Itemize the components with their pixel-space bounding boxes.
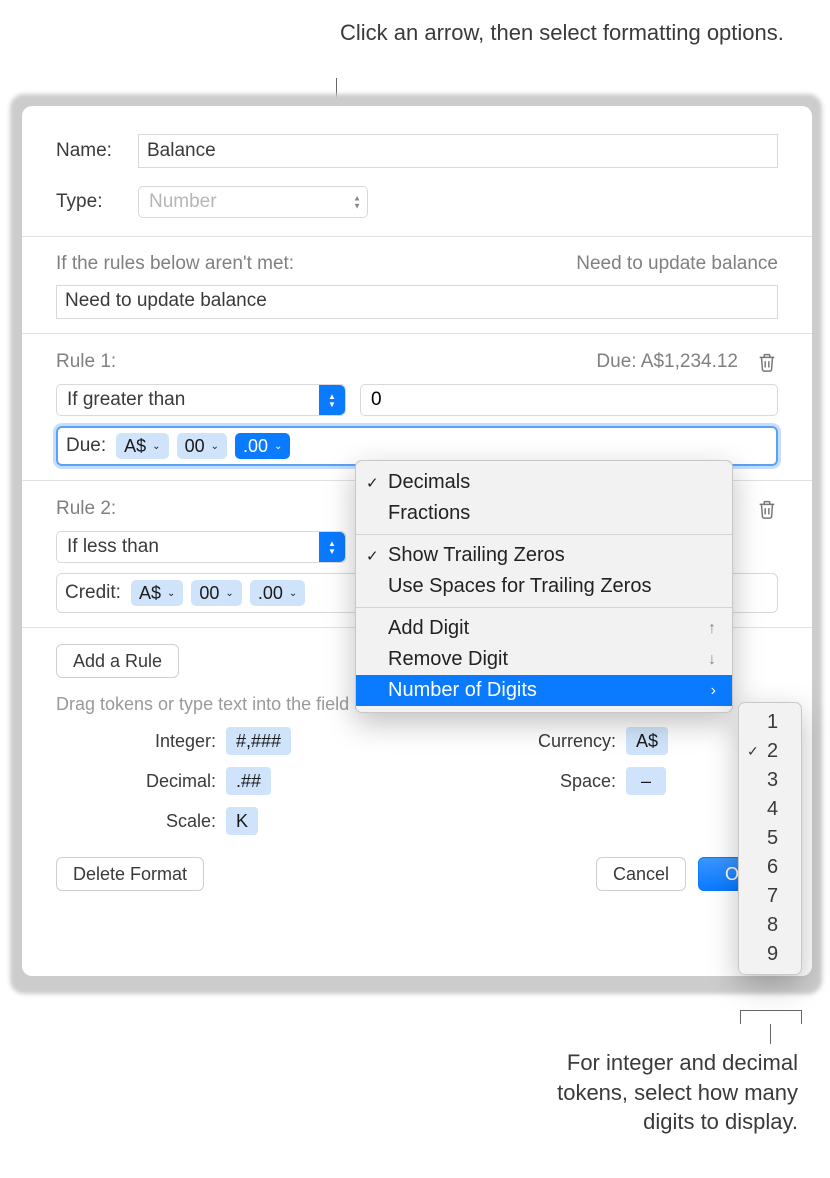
- check-icon: ✓: [366, 547, 379, 565]
- trash-icon[interactable]: [756, 497, 778, 521]
- rule1-label: Rule 1:: [56, 351, 116, 373]
- integer-sample-token[interactable]: #,###: [226, 727, 291, 755]
- submenu-item-2[interactable]: ✓2: [739, 737, 801, 766]
- type-select[interactable]: Number ▲▼: [138, 186, 368, 218]
- chevron-down-icon: ⌄: [152, 441, 160, 452]
- cancel-button[interactable]: Cancel: [596, 857, 686, 891]
- rule1-condition-select[interactable]: If greater than ▲▼: [56, 384, 346, 416]
- rule1-format-prefix: Due:: [66, 435, 108, 457]
- scale-token-label: Scale:: [76, 811, 226, 832]
- integer-token-label: Integer:: [76, 731, 226, 752]
- decimal-token[interactable]: .00⌄: [235, 433, 290, 459]
- submenu-item-6[interactable]: 6: [739, 853, 801, 882]
- delete-format-button[interactable]: Delete Format: [56, 857, 204, 891]
- arrow-up-icon: ↑: [708, 620, 716, 638]
- menu-item-number-of-digits[interactable]: Number of Digits ›: [356, 675, 732, 706]
- menu-item-remove-digit[interactable]: Remove Digit ↓: [356, 644, 732, 675]
- currency-token[interactable]: A$⌄: [131, 580, 183, 606]
- fallback-input[interactable]: Need to update balance: [56, 285, 778, 319]
- menu-item-add-digit[interactable]: Add Digit ↑: [356, 613, 732, 644]
- decimal-token[interactable]: .00⌄: [250, 580, 305, 606]
- callout-stem: [770, 1024, 771, 1044]
- chevron-down-icon: ⌄: [274, 441, 282, 452]
- rule2-format-prefix: Credit:: [65, 582, 123, 604]
- currency-token-label: Currency:: [516, 731, 626, 752]
- menu-item-show-trailing-zeros[interactable]: ✓ Show Trailing Zeros: [356, 540, 732, 571]
- check-icon: ✓: [747, 743, 759, 760]
- chevron-down-icon: ⌄: [225, 588, 233, 599]
- rule2-condition-value: If less than: [57, 536, 321, 558]
- decimal-token-label: Decimal:: [76, 771, 226, 792]
- currency-sample-token[interactable]: A$: [626, 727, 668, 755]
- name-input[interactable]: [138, 134, 778, 168]
- decimal-token-menu: ✓ Decimals Fractions ✓ Show Trailing Zer…: [355, 460, 733, 713]
- chevron-right-icon: ›: [711, 682, 716, 700]
- submenu-item-4[interactable]: 4: [739, 795, 801, 824]
- callout-bracket: [740, 1010, 802, 1024]
- rule2-condition-select[interactable]: If less than ▲▼: [56, 531, 346, 563]
- scale-sample-token[interactable]: K: [226, 807, 258, 835]
- currency-token[interactable]: A$⌄: [116, 433, 168, 459]
- updown-icon: ▲▼: [353, 195, 361, 210]
- submenu-item-3[interactable]: 3: [739, 766, 801, 795]
- chevron-down-icon: ⌄: [211, 441, 219, 452]
- arrow-down-icon: ↓: [708, 651, 716, 669]
- updown-icon: ▲▼: [319, 385, 345, 415]
- callout-top: Click an arrow, then select formatting o…: [340, 18, 784, 48]
- digits-submenu: 1✓23456789: [738, 702, 802, 975]
- chevron-down-icon: ⌄: [289, 588, 297, 599]
- menu-item-fractions[interactable]: Fractions: [356, 498, 732, 529]
- type-label: Type:: [56, 191, 138, 213]
- submenu-item-1[interactable]: 1: [739, 708, 801, 737]
- check-icon: ✓: [366, 474, 379, 492]
- submenu-item-9[interactable]: 9: [739, 940, 801, 969]
- token-palette: Integer: #,### Currency: A$ Decimal: .##…: [76, 727, 778, 835]
- submenu-item-7[interactable]: 7: [739, 882, 801, 911]
- trash-icon[interactable]: [756, 350, 778, 374]
- space-token-label: Space:: [516, 771, 626, 792]
- decimal-sample-token[interactable]: .##: [226, 767, 271, 795]
- space-sample-token[interactable]: –: [626, 767, 666, 795]
- menu-item-decimals[interactable]: ✓ Decimals: [356, 467, 732, 498]
- chevron-down-icon: ⌄: [167, 588, 175, 599]
- name-label: Name:: [56, 140, 138, 162]
- submenu-item-5[interactable]: 5: [739, 824, 801, 853]
- rule1-value-input[interactable]: [360, 384, 778, 416]
- updown-icon: ▲▼: [319, 532, 345, 562]
- rule2-label: Rule 2:: [56, 498, 116, 520]
- fallback-preview: Need to update balance: [576, 253, 778, 275]
- add-rule-button[interactable]: Add a Rule: [56, 644, 179, 678]
- rule1-condition-value: If greater than: [57, 389, 321, 411]
- integer-token[interactable]: 00⌄: [177, 433, 227, 459]
- callout-bottom: For integer and decimal tokens, select h…: [538, 1048, 798, 1137]
- rule1-preview: Due: A$1,234.12: [596, 351, 738, 373]
- integer-token[interactable]: 00⌄: [191, 580, 241, 606]
- type-select-value: Number: [139, 191, 227, 213]
- submenu-item-8[interactable]: 8: [739, 911, 801, 940]
- menu-item-use-spaces-trailing[interactable]: Use Spaces for Trailing Zeros: [356, 571, 732, 602]
- fallback-label: If the rules below aren't met:: [56, 253, 294, 275]
